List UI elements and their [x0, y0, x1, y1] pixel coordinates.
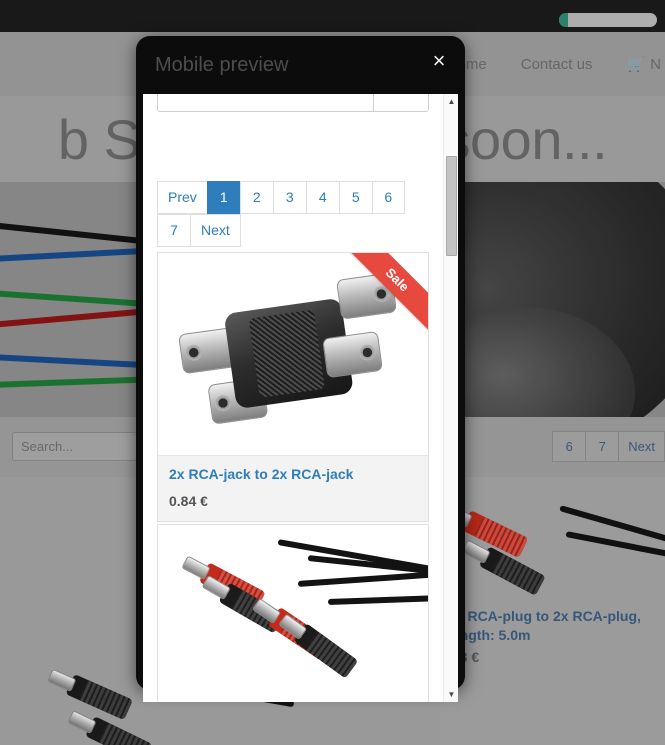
preview-viewport[interactable]: Prev 1 2 3 4 5 6 7 Next Sale 2x RCA-jack…: [143, 94, 458, 702]
preview-scrollbar[interactable]: ▲ ▼: [443, 94, 458, 702]
preview-product-image-1: Sale: [158, 253, 428, 455]
preview-page-1[interactable]: 1: [206, 181, 240, 214]
preview-page-7[interactable]: 7: [157, 214, 190, 247]
preview-product-info-1: 2x RCA-jack to 2x RCA-jack 0.84 €: [158, 455, 428, 521]
preview-product-price-1: 0.84 €: [169, 493, 208, 509]
scroll-down-arrow-icon[interactable]: ▼: [444, 687, 458, 702]
preview-page-3[interactable]: 3: [272, 181, 306, 214]
scrollbar-thumb[interactable]: [446, 156, 457, 256]
preview-product-card-1[interactable]: Sale 2x RCA-jack to 2x RCA-jack 0.84 €: [157, 252, 429, 522]
preview-page-next[interactable]: Next: [190, 214, 241, 247]
scroll-up-arrow-icon[interactable]: ▲: [444, 94, 458, 109]
preview-search-group[interactable]: [157, 94, 429, 112]
preview-page-2[interactable]: 2: [239, 181, 273, 214]
preview-pagination: Prev 1 2 3 4 5 6 7 Next: [157, 181, 429, 247]
preview-product-title-1[interactable]: 2x RCA-jack to 2x RCA-jack: [169, 465, 417, 483]
mobile-preview-dialog: Mobile preview × Prev 1 2 3 4 5 6 7 Next…: [136, 36, 465, 702]
preview-search-input[interactable]: [157, 94, 373, 112]
close-icon[interactable]: ×: [426, 48, 452, 74]
preview-product-card-2[interactable]: [157, 524, 429, 702]
rca-cable-illustration: [158, 525, 428, 702]
screen: Home Contact us 🛒 N b Store coming soon.…: [0, 0, 665, 745]
dialog-title: Mobile preview: [155, 54, 289, 76]
preview-page-6[interactable]: 6: [371, 181, 405, 214]
preview-product-image-2: [158, 525, 428, 702]
preview-search-button[interactable]: [373, 94, 429, 112]
preview-page-5[interactable]: 5: [338, 181, 372, 214]
rca-coupler-illustration: [173, 266, 411, 443]
preview-page-prev[interactable]: Prev: [157, 181, 207, 214]
preview-page-4[interactable]: 4: [305, 181, 339, 214]
